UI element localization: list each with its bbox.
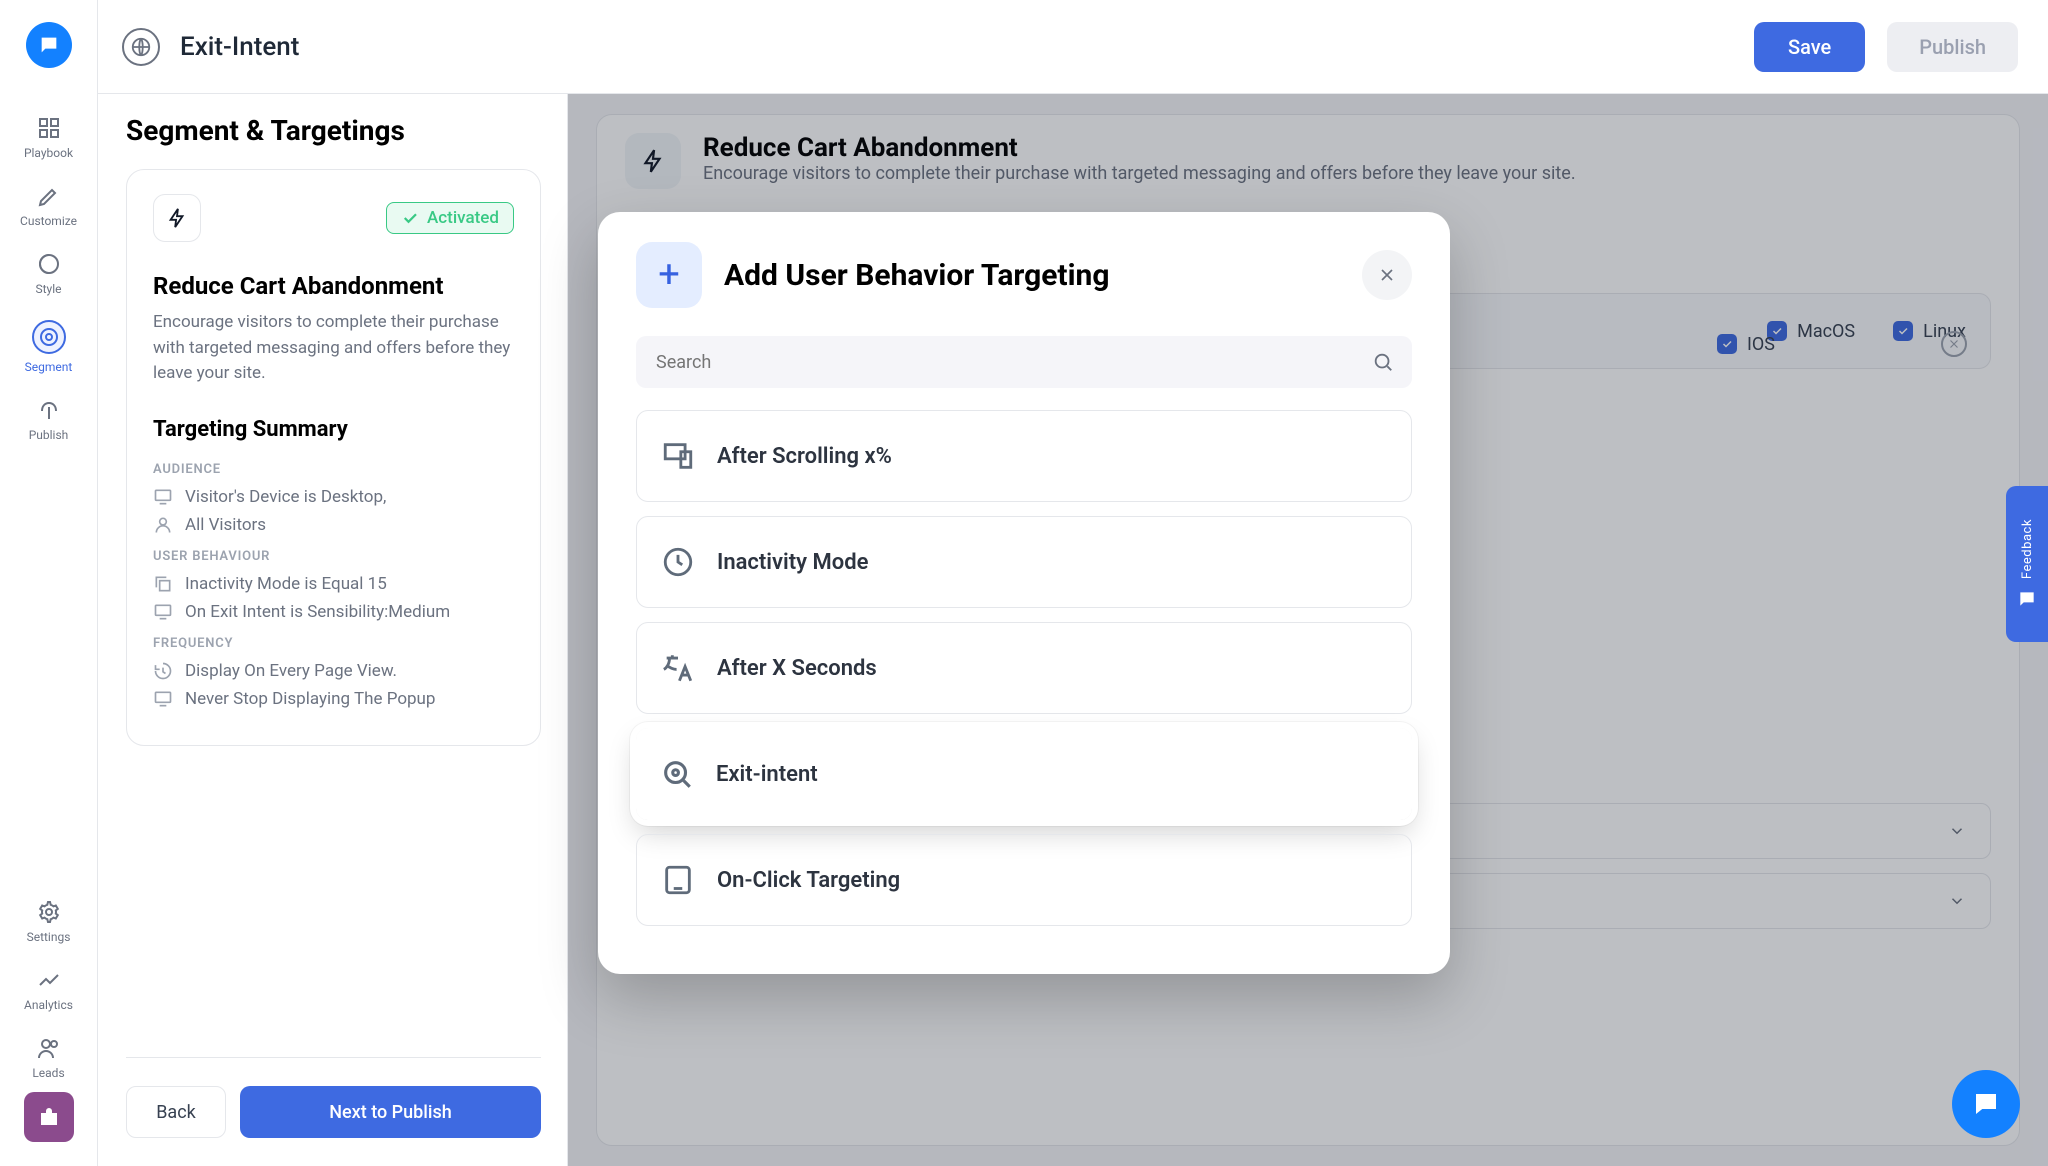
chat-widget-button[interactable] — [1952, 1070, 2020, 1138]
nav-label: Playbook — [24, 146, 73, 160]
nav-label: Style — [35, 282, 61, 296]
lightning-icon — [153, 194, 201, 242]
feedback-tab[interactable]: Feedback — [2006, 486, 2048, 642]
frequency-row: Never Stop Displaying The Popup — [153, 689, 514, 709]
chat-bubble-icon — [1971, 1089, 2001, 1119]
audience-row: All Visitors — [153, 515, 514, 535]
activated-label: Activated — [427, 208, 499, 228]
nav-label: Customize — [20, 214, 77, 228]
nav-item-publish[interactable]: Publish — [0, 386, 97, 454]
option-after-x-seconds[interactable]: After X Seconds — [636, 622, 1412, 714]
nav-rail: Playbook Customize Style Segment Publish… — [0, 0, 98, 1166]
option-after-scrolling[interactable]: After Scrolling x% — [636, 410, 1412, 502]
clock-icon — [661, 545, 695, 579]
tablet-icon — [661, 863, 695, 897]
behaviour-row: Inactivity Mode is Equal 15 — [153, 574, 514, 594]
targeting-card: Activated Reduce Cart Abandonment Encour… — [126, 169, 541, 746]
behavior-targeting-modal: + Add User Behavior Targeting After Scro… — [598, 212, 1450, 974]
history-icon — [153, 661, 173, 681]
nav-item-customize[interactable]: Customize — [0, 172, 97, 240]
monitor-icon — [153, 602, 173, 622]
nav-item-analytics[interactable]: Analytics — [0, 956, 97, 1024]
nav-label: Settings — [27, 930, 71, 944]
next-to-publish-button[interactable]: Next to Publish — [240, 1086, 541, 1138]
back-button[interactable]: Back — [126, 1086, 226, 1138]
audience-row: Visitor's Device is Desktop, — [153, 487, 514, 507]
language-icon — [661, 651, 695, 685]
nav-label: Leads — [32, 1066, 64, 1080]
plus-icon: + — [636, 242, 702, 308]
option-inactivity-mode[interactable]: Inactivity Mode — [636, 516, 1412, 608]
option-on-click-targeting[interactable]: On-Click Targeting — [636, 834, 1412, 926]
nav-label: Publish — [29, 428, 69, 442]
search-target-icon — [660, 757, 694, 791]
publish-button[interactable]: Publish — [1887, 22, 2018, 72]
audience-label: AUDIENCE — [153, 462, 514, 477]
devices-icon — [661, 439, 695, 473]
nav-item-settings[interactable]: Settings — [0, 888, 97, 956]
nav-item-playbook[interactable]: Playbook — [0, 104, 97, 172]
panel-footer: Back Next to Publish — [126, 1057, 541, 1166]
monitor-icon — [153, 487, 173, 507]
nav-item-style[interactable]: Style — [0, 240, 97, 308]
behaviour-label: USER BEHAVIOUR — [153, 549, 514, 564]
save-button[interactable]: Save — [1754, 22, 1865, 72]
copy-icon — [153, 574, 173, 594]
search-input-wrap[interactable] — [636, 336, 1412, 388]
page-title: Exit-Intent — [180, 32, 1754, 62]
search-input[interactable] — [654, 351, 1360, 374]
globe-icon[interactable] — [122, 28, 160, 66]
frequency-label: FREQUENCY — [153, 636, 514, 651]
summary-title: Targeting Summary — [153, 417, 514, 442]
nav-item-leads[interactable]: Leads — [0, 1024, 97, 1092]
activated-badge: Activated — [386, 202, 514, 234]
top-bar: Exit-Intent Save Publish — [98, 0, 2048, 94]
close-button[interactable] — [1362, 250, 1412, 300]
frequency-row: Display On Every Page View. — [153, 661, 514, 681]
search-icon — [1372, 351, 1394, 373]
modal-title: Add User Behavior Targeting — [724, 258, 1109, 293]
user-icon — [153, 515, 173, 535]
brand-logo[interactable] — [26, 22, 72, 68]
nav-toolbox[interactable] — [24, 1092, 74, 1142]
close-icon — [1377, 265, 1397, 285]
monitor-icon — [153, 689, 173, 709]
behaviour-row: On Exit Intent is Sensibility:Medium — [153, 602, 514, 622]
card-title: Reduce Cart Abandonment — [153, 272, 514, 300]
nav-label: Analytics — [24, 998, 73, 1012]
option-exit-intent[interactable]: Exit-intent — [636, 728, 1412, 820]
card-subtitle: Encourage visitors to complete their pur… — [153, 310, 514, 387]
target-icon — [32, 320, 66, 354]
chat-icon — [2017, 589, 2037, 609]
segment-panel: Segment & Targetings Activated Reduce Ca… — [98, 94, 568, 1166]
panel-title: Segment & Targetings — [126, 114, 541, 147]
nav-label: Segment — [25, 360, 73, 374]
nav-item-segment[interactable]: Segment — [0, 308, 97, 386]
